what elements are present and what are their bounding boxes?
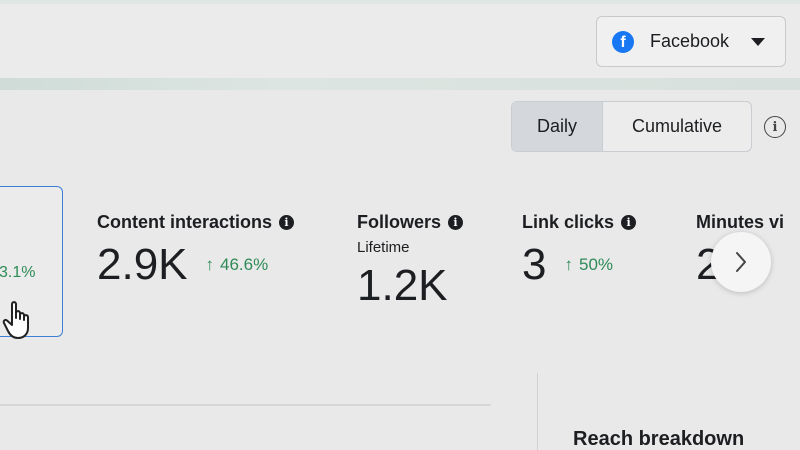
metric-value: 1.2K bbox=[357, 261, 448, 310]
metric-content-interactions[interactable]: Content interactions i 2.9K ↑ 46.6% bbox=[97, 212, 295, 289]
section-divider bbox=[0, 404, 491, 406]
toggle-daily-button[interactable]: Daily bbox=[512, 102, 602, 151]
vertical-divider bbox=[537, 373, 538, 450]
arrow-up-icon: ↑ bbox=[564, 255, 573, 274]
metric-link-clicks[interactable]: Link clicks i 3 ↑ 50% bbox=[522, 212, 637, 289]
platform-selector[interactable]: f Facebook bbox=[596, 16, 786, 67]
info-icon[interactable]: i bbox=[621, 215, 637, 230]
metric-title: Link clicks bbox=[522, 212, 615, 232]
metric-subtitle: Lifetime bbox=[357, 239, 410, 256]
metric-followers[interactable]: Followers i Lifetime 1.2K bbox=[357, 212, 464, 310]
carousel-next-button[interactable] bbox=[711, 232, 771, 292]
arrow-up-icon: ↑ bbox=[205, 255, 215, 274]
header-divider bbox=[0, 78, 800, 90]
metric-title: Content interactions bbox=[97, 212, 273, 232]
hand-pointer-cursor-icon bbox=[2, 301, 29, 339]
chevron-right-icon bbox=[736, 252, 746, 272]
selected-card-change: 3.1% bbox=[0, 264, 36, 281]
facebook-logo-icon: f bbox=[612, 30, 634, 53]
metric-title: Minutes vi bbox=[696, 212, 785, 232]
reach-breakdown-heading: Reach breakdown bbox=[573, 428, 745, 450]
metric-value: 3 bbox=[522, 240, 547, 289]
metric-change: ↑ 50% bbox=[564, 255, 613, 275]
metric-title: Followers bbox=[357, 212, 442, 232]
metric-change-value: 46.6% bbox=[220, 255, 269, 274]
metric-change-value: 50% bbox=[578, 255, 614, 274]
info-icon[interactable]: i bbox=[448, 215, 464, 230]
info-icon[interactable]: i bbox=[764, 116, 786, 138]
info-icon[interactable]: i bbox=[279, 215, 295, 230]
toggle-cumulative-button[interactable]: Cumulative bbox=[602, 102, 751, 151]
metric-value: 2.9K bbox=[97, 240, 188, 289]
daily-cumulative-toggle: Daily Cumulative bbox=[511, 101, 752, 152]
metric-change: ↑ 46.6% bbox=[206, 255, 269, 275]
caret-down-icon bbox=[751, 38, 765, 46]
platform-selector-label: Facebook bbox=[650, 31, 730, 51]
